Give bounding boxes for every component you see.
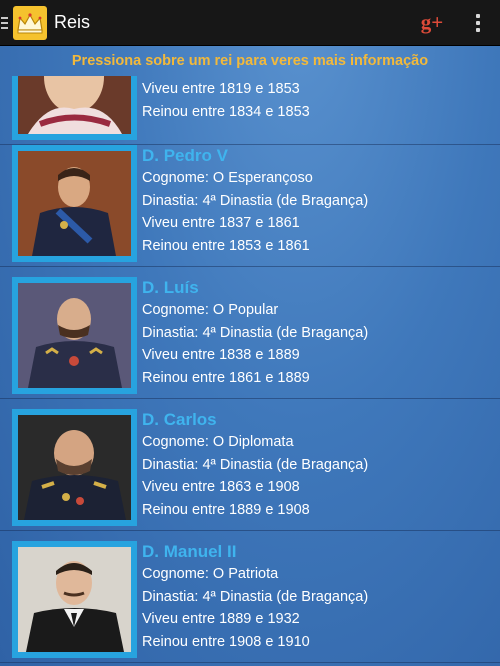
drawer-indicator-icon[interactable] [0,0,10,46]
hint-text: Pressiona sobre um rei para veres mais i… [71,53,429,69]
king-cognome: Cognome: O Diplomata [142,434,294,450]
king-lived: Viveu entre 1838 e 1889 [142,347,300,363]
king-portrait [12,277,137,394]
king-cognome: Cognome: O Popular [142,302,279,318]
king-portrait [12,409,137,526]
king-name: D. Pedro V [142,146,228,165]
king-reigned: Reinou entre 1861 e 1889 [142,369,310,386]
google-plus-icon[interactable]: g+ [408,10,456,35]
portrait-image [18,415,131,520]
king-name: D. Carlos [142,410,217,429]
portrait-image [18,76,131,134]
king-reigned: Reinou entre 1834 e 1853 [142,103,310,120]
king-portrait [12,76,137,140]
app-title: Reis [54,12,91,32]
king-cognome: Cognome: O Esperançoso [142,170,313,186]
king-cognome: Cognome: O Patriota [142,566,279,582]
king-dinastia: Dinastia: 4ª Dinastia (de Bragança) [142,192,369,209]
king-name: D. Manuel II [142,542,237,561]
portrait-image [18,283,131,388]
king-lived: Viveu entre 1819 e 1853 [142,81,300,97]
portrait-image [18,151,131,256]
king-name: D. Luís [142,278,199,297]
king-lived: Viveu entre 1837 e 1861 [142,215,300,231]
action-bar: Reis g+ [0,0,500,46]
list-item[interactable]: D. Manuel II Cognome: O Patriota Dinasti… [0,536,500,663]
king-portrait [12,145,137,262]
list-item[interactable]: D. Carlos Cognome: O Diplomata Dinastia:… [0,404,500,531]
king-dinastia: Dinastia: 4ª Dinastia (de Bragança) [142,324,369,341]
list-item[interactable]: D. Pedro V Cognome: O Esperançoso Dinast… [0,140,500,267]
king-dinastia: Dinastia: 4ª Dinastia (de Bragança) [142,588,369,605]
king-lived: Viveu entre 1889 e 1932 [142,611,300,627]
king-reigned: Reinou entre 1889 e 1908 [142,501,310,518]
king-portrait [12,541,137,658]
king-lived: Viveu entre 1863 e 1908 [142,479,300,495]
king-reigned: Reinou entre 1853 e 1861 [142,237,310,254]
kings-list[interactable]: Viveu entre 1819 e 1853 Reinou entre 183… [0,76,500,666]
overflow-menu-icon[interactable] [456,0,500,46]
king-dinastia: Dinastia: 4ª Dinastia (de Bragança) [142,456,369,473]
list-item[interactable]: Viveu entre 1819 e 1853 Reinou entre 183… [0,76,500,145]
list-item[interactable]: D. Luís Cognome: O Popular Dinastia: 4ª … [0,272,500,399]
portrait-image [18,547,131,652]
king-reigned: Reinou entre 1908 e 1910 [142,633,310,650]
crown-icon[interactable] [13,5,47,40]
